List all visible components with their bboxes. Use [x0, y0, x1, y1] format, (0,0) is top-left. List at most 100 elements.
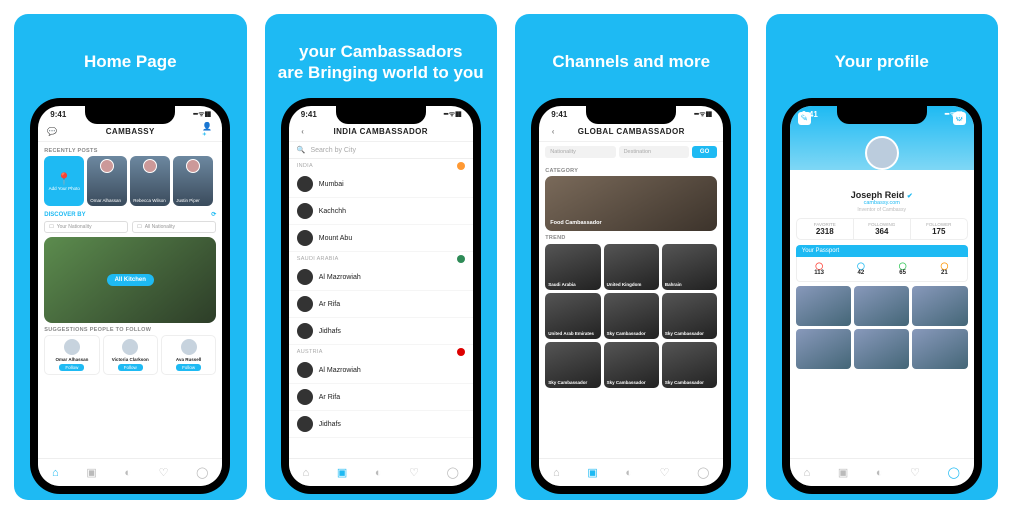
tab-passport-icon[interactable]: ▣: [838, 466, 848, 479]
list-item[interactable]: Jidhafs: [289, 318, 473, 345]
city-name: Kachchh: [319, 208, 346, 215]
home-content[interactable]: RECENTLY POSTS 📍 Add Your Photo Omar Alh…: [38, 142, 222, 458]
back-icon[interactable]: ‹: [547, 125, 559, 137]
tab-globe-icon[interactable]: ◐: [876, 467, 883, 479]
nationality-select[interactable]: Nationality: [545, 146, 615, 158]
stat-follower[interactable]: FOLLOWER175: [911, 219, 967, 239]
passport-count[interactable]: ◯21: [925, 260, 964, 278]
tab-heart-icon[interactable]: ♡: [409, 466, 419, 479]
refresh-icon[interactable]: ⟳: [211, 211, 216, 218]
search-bar[interactable]: 🔍 Search by City: [289, 142, 473, 159]
suggestion-card[interactable]: Victoria Clarkson Follow: [103, 335, 158, 375]
tab-globe-icon[interactable]: ◐: [625, 467, 632, 479]
tab-home-icon[interactable]: ⌂: [303, 467, 310, 479]
list-item[interactable]: Ar Rifa: [289, 384, 473, 411]
status-icons: ▪▪▪ ᯤ ▮▮: [944, 110, 961, 119]
panel-title: Your profile: [835, 40, 929, 84]
panel-title: Channels and more: [552, 40, 710, 84]
add-photo-label: Add Your Photo: [49, 186, 80, 191]
story-item[interactable]: Justin Piper: [173, 156, 213, 206]
profile-avatar[interactable]: [865, 136, 899, 170]
passport-count[interactable]: ◯113: [800, 260, 839, 278]
profile-photo[interactable]: [912, 286, 967, 326]
suggestion-card[interactable]: Ava RussellFollow: [161, 335, 216, 375]
app-title: INDIA CAMBASSADOR: [309, 127, 453, 136]
stat-following[interactable]: FOLLOWING364: [854, 219, 911, 239]
filter-nationality[interactable]: ☐Your Nationality: [44, 221, 128, 233]
list-item[interactable]: Jidhafs: [289, 411, 473, 438]
tab-home-icon[interactable]: ⌂: [52, 467, 59, 479]
suggestion-card[interactable]: Omar Alhassan Follow: [44, 335, 99, 375]
discover-card-button[interactable]: All Kitchen: [107, 274, 154, 286]
trend-card[interactable]: Sky Cambassador: [604, 342, 659, 388]
tab-globe-icon[interactable]: ◐: [375, 467, 382, 479]
phone-frame: 9:41 ▪▪▪ ᯤ ▮▮ 💬 CAMBASSY 👤⁺ RECENTLY POS…: [30, 98, 230, 494]
discover-card[interactable]: All Kitchen: [44, 237, 216, 323]
follow-button[interactable]: Follow: [176, 364, 201, 371]
filter-all[interactable]: ☐All Nationality: [132, 221, 216, 233]
go-button[interactable]: GO: [692, 146, 717, 158]
status-icons: ▪▪▪ ᯤ ▮▮: [694, 110, 711, 119]
suggestion-name: Omar Alhassan: [55, 357, 88, 362]
trend-card[interactable]: Sky Cambassador: [662, 342, 717, 388]
tab-profile-icon[interactable]: ◯: [196, 466, 208, 479]
trend-card[interactable]: United Kingdom: [604, 244, 659, 290]
profile-photo[interactable]: [912, 329, 967, 369]
stat-favorite[interactable]: FAVORITE2318: [797, 219, 854, 239]
tab-profile-icon[interactable]: ◯: [447, 466, 459, 479]
city-list[interactable]: INDIA Mumbai Kachchh Mount Abu SAUDI ARA…: [289, 159, 473, 458]
list-item[interactable]: Mumbai: [289, 171, 473, 198]
tab-globe-icon[interactable]: ◐: [124, 467, 131, 479]
passport-count[interactable]: ◯42: [842, 260, 881, 278]
profile-photo[interactable]: [854, 286, 909, 326]
profile-photo[interactable]: [854, 329, 909, 369]
back-icon[interactable]: ‹: [297, 125, 309, 137]
category-card[interactable]: Food Cambassador: [545, 176, 717, 231]
add-user-icon[interactable]: 👤⁺: [202, 125, 214, 137]
destination-select[interactable]: Destination: [619, 146, 689, 158]
list-item[interactable]: Kachchh: [289, 198, 473, 225]
tab-passport-icon[interactable]: ▣: [337, 466, 347, 479]
avatar: [181, 339, 197, 355]
list-item[interactable]: Mount Abu: [289, 225, 473, 252]
trend-card[interactable]: Sky Cambassador: [545, 342, 600, 388]
trend-card[interactable]: Bahrain: [662, 244, 717, 290]
tab-home-icon[interactable]: ⌂: [553, 467, 560, 479]
chat-icon[interactable]: 💬: [46, 125, 58, 137]
tab-passport-icon[interactable]: ▣: [587, 466, 597, 479]
trend-card[interactable]: United Arab Emirates: [545, 293, 600, 339]
tab-profile-icon[interactable]: ◯: [948, 466, 960, 479]
list-item[interactable]: Al Mazrowiah: [289, 264, 473, 291]
profile-photo[interactable]: [796, 286, 851, 326]
avatar: [297, 230, 313, 246]
trend-name: Sky Cambassador: [665, 331, 704, 336]
tab-passport-icon[interactable]: ▣: [86, 466, 96, 479]
trend-name: Sky Cambassador: [607, 331, 646, 336]
trend-card[interactable]: Sky Cambassador: [662, 293, 717, 339]
add-photo-story[interactable]: 📍 Add Your Photo: [44, 156, 84, 206]
suggestion-name: Victoria Clarkson: [112, 357, 149, 362]
profile-grid[interactable]: [790, 286, 974, 369]
tab-heart-icon[interactable]: ♡: [910, 466, 920, 479]
list-item[interactable]: Ar Rifa: [289, 291, 473, 318]
follow-button[interactable]: Follow: [59, 364, 84, 371]
passport-count[interactable]: ◯65: [883, 260, 922, 278]
tab-heart-icon[interactable]: ♡: [660, 466, 670, 479]
tab-heart-icon[interactable]: ♡: [159, 466, 169, 479]
story-item[interactable]: Rebecca Wilson: [130, 156, 170, 206]
follow-button[interactable]: Follow: [118, 364, 143, 371]
phone-notch: [586, 106, 676, 124]
stories-row[interactable]: 📍 Add Your Photo Omar Alhassan Rebecca W…: [44, 156, 216, 206]
story-item[interactable]: Omar Alhassan: [87, 156, 127, 206]
trend-card[interactable]: Sky Cambassador: [604, 293, 659, 339]
passport-header[interactable]: Your Passport: [796, 245, 968, 257]
trend-card[interactable]: Saudi Arabia: [545, 244, 600, 290]
profile-photo[interactable]: [796, 329, 851, 369]
count-value: 21: [941, 270, 948, 276]
list-item[interactable]: Al Mazrowiah: [289, 357, 473, 384]
channels-content[interactable]: CATEGORY Food Cambassador TREND Saudi Ar…: [539, 162, 723, 458]
story-avatar: [143, 159, 157, 173]
tab-profile-icon[interactable]: ◯: [697, 466, 709, 479]
tab-home-icon[interactable]: ⌂: [804, 467, 811, 479]
profile-handle[interactable]: cambassy.com: [790, 200, 974, 206]
